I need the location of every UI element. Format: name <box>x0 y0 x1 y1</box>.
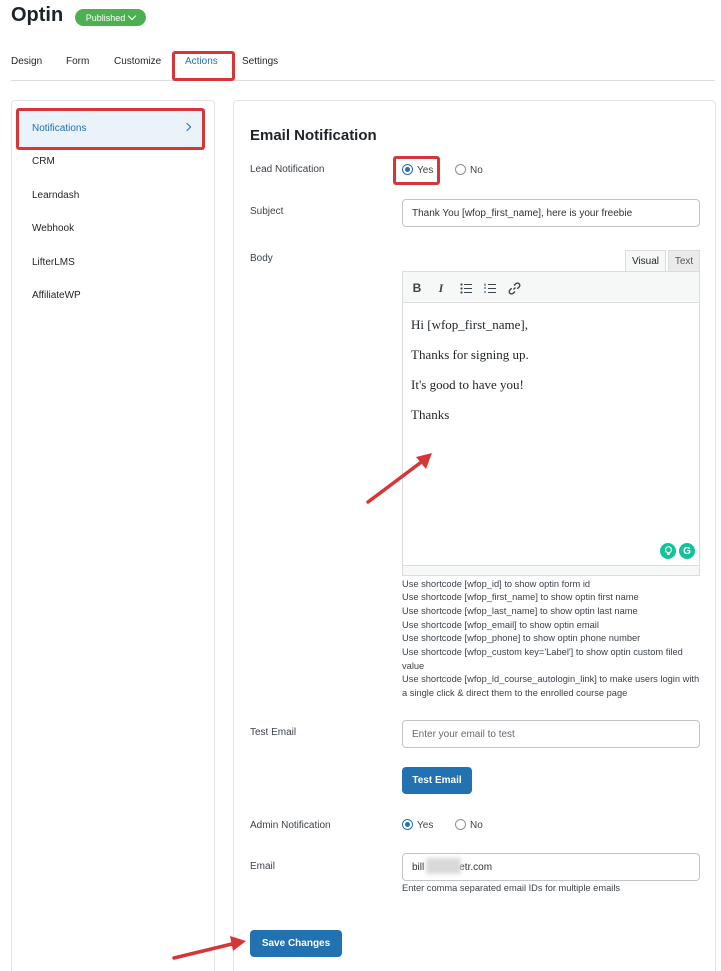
tab-customize[interactable]: Customize <box>114 56 161 67</box>
test-email-input[interactable]: Enter your email to test <box>402 720 700 748</box>
admin-notification-yes-label[interactable]: Yes <box>417 820 433 831</box>
help-line-4: Use shortcode [wfop_email] to show optin… <box>402 620 599 630</box>
editor-resize-bar[interactable] <box>403 565 699 575</box>
tab-form[interactable]: Form <box>66 56 89 67</box>
status-badge[interactable]: Published <box>75 9 146 26</box>
lead-notification-label: Lead Notification <box>250 164 325 175</box>
save-changes-button[interactable]: Save Changes <box>250 930 342 957</box>
admin-notification-no-radio[interactable] <box>455 819 466 830</box>
email-value-end: etr.com <box>459 861 493 873</box>
help-line-6: Use shortcode [wfop_custom key='Label'] … <box>402 647 683 671</box>
highlight-box-notifications <box>16 108 205 150</box>
sidebar-item-learndash[interactable]: Learndash <box>32 190 79 201</box>
annotation-arrow-save <box>172 936 246 960</box>
chevron-down-icon <box>128 11 137 21</box>
admin-notification-yes-radio[interactable] <box>402 819 413 830</box>
subject-label: Subject <box>250 206 284 217</box>
body-line-1: Hi [wfop_first_name], <box>411 317 528 332</box>
annotation-arrow-body <box>366 453 432 504</box>
help-line-3: Use shortcode [wfop_last_name] to show o… <box>402 606 638 616</box>
lead-notification-no-radio[interactable] <box>455 164 466 175</box>
tabs-divider <box>11 80 715 81</box>
lightbulb-icon[interactable] <box>660 543 676 559</box>
section-title: Email Notification <box>250 127 377 144</box>
grammarly-icon[interactable]: G <box>679 543 695 559</box>
help-line-5: Use shortcode [wfop_phone] to show optin… <box>402 633 641 643</box>
sidebar-item-crm[interactable]: CRM <box>32 156 55 167</box>
admin-notification-label: Admin Notification <box>250 820 331 831</box>
help-line-2: Use shortcode [wfop_first_name] to show … <box>402 592 639 602</box>
email-value-start: bill <box>412 861 425 873</box>
test-email-label: Test Email <box>250 727 297 738</box>
bulleted-list-icon[interactable] <box>459 280 473 296</box>
highlight-box-actions <box>172 51 235 81</box>
body-line-3: It's good to have you! <box>411 377 524 392</box>
link-icon[interactable] <box>507 280 521 296</box>
status-label: Published <box>85 12 126 23</box>
subject-value: Thank You [wfop_first_name], here is you… <box>412 207 633 219</box>
tab-text[interactable]: Text <box>668 250 700 271</box>
bold-icon[interactable]: B <box>410 280 424 296</box>
test-email-button[interactable]: Test Email <box>402 767 472 794</box>
redacted-blur <box>426 858 461 874</box>
body-line-4: Thanks <box>411 407 450 422</box>
numbered-list-icon[interactable] <box>483 280 497 296</box>
tab-visual[interactable]: Visual <box>625 250 666 271</box>
tab-settings[interactable]: Settings <box>242 56 278 67</box>
sidebar-item-affiliatewp[interactable]: AffiliateWP <box>32 290 81 301</box>
email-label: Email <box>250 861 276 872</box>
body-line-2: Thanks for signing up. <box>411 347 529 362</box>
tab-design[interactable]: Design <box>11 56 42 67</box>
help-line-7: Use shortcode [wfop_ld_course_autologin_… <box>402 674 700 698</box>
email-hint: Enter comma separated email IDs for mult… <box>402 883 621 893</box>
admin-notification-no-label[interactable]: No <box>470 820 483 831</box>
subject-input[interactable]: Thank You [wfop_first_name], here is you… <box>402 199 700 227</box>
highlight-box-yes <box>393 156 440 185</box>
lead-notification-no-label[interactable]: No <box>470 165 483 176</box>
body-label: Body <box>250 253 273 264</box>
page-title: Optin <box>11 4 64 26</box>
italic-icon[interactable]: I <box>434 280 448 296</box>
sidebar-item-webhook[interactable]: Webhook <box>32 223 74 234</box>
help-line-1: Use shortcode [wfop_id] to show optin fo… <box>402 579 591 589</box>
test-email-placeholder: Enter your email to test <box>412 728 515 740</box>
sidebar-item-lifterlms[interactable]: LifterLMS <box>32 257 75 268</box>
